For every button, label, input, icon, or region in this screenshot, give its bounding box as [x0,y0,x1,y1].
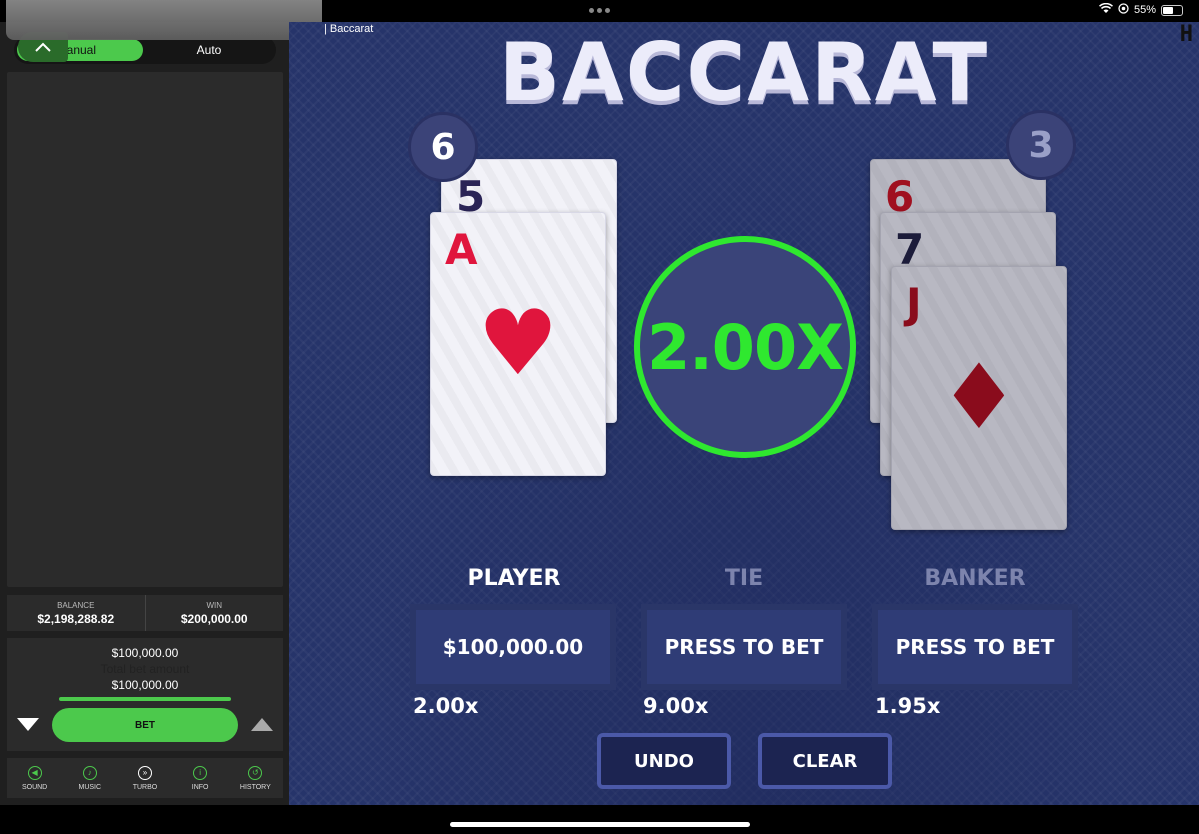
history-label: HISTORY [239,783,271,791]
bottom-toolbar: ◀ SOUND ♪ MUSIC » TURBO i INFO ↺ HISTORY [7,758,283,798]
win-value: $200,000.00 [180,611,248,626]
battery-percent: 55% [1133,4,1156,16]
player-bet-box[interactable]: $100,000.00 [410,604,616,690]
history-button[interactable]: ↺ HISTORY [230,765,280,791]
bet-progress-bar [59,697,231,701]
balance-label: BALANCE [57,600,95,610]
music-icon: ♪ [82,765,97,780]
turbo-icon: » [137,765,152,780]
info-label: INFO [191,783,209,791]
balance-win-stats: BALANCE $2,198,288.82 WIN $200,000.00 [7,595,283,631]
multiplier-value: 2.00X [647,310,844,384]
player-card-2: A ♥ [430,212,606,476]
sidebar: lanual Auto BALANCE $2,198,288.82 WIN $2… [0,22,289,805]
tie-bet-box[interactable]: PRESS TO BET [641,604,847,690]
clear-button[interactable]: CLEAR [758,733,892,789]
status-indicators: 55% [1098,2,1183,17]
bet-amount: $100,000.00 [111,646,179,660]
banker-odds: 1.95x [875,694,941,718]
player-bet-label: PLAYER [467,566,561,591]
mode-auto-tab[interactable]: Auto [146,39,272,61]
player-odds: 2.00x [413,694,479,718]
total-bet-label: Total bet amount [100,662,190,676]
bet-panel: $100,000.00 Total bet amount $100,000.00… [7,638,283,751]
blurred-overlay [6,0,322,40]
battery-icon [1161,4,1183,16]
bet-button[interactable]: BET [52,708,238,742]
turbo-label: TURBO [132,783,158,791]
multitask-dots-icon[interactable] [589,8,610,13]
balance-stat: BALANCE $2,198,288.82 [7,595,145,631]
tie-bet-label: TIE [724,566,764,591]
card-rank: A [445,225,478,274]
turbo-button[interactable]: » TURBO [120,765,170,791]
diamond-icon: ♦ [938,345,1020,450]
total-bet-value: $100,000.00 [111,678,179,692]
card-rank: J [906,279,922,328]
multiplier-ring: 2.00X [634,236,856,458]
wifi-icon [1098,2,1114,17]
chevron-up-icon [35,42,51,52]
music-button[interactable]: ♪ MUSIC [65,765,115,791]
sidebar-content-panel [7,72,283,587]
location-icon [1118,3,1129,17]
tie-odds: 9.00x [643,694,709,718]
increase-bet-icon[interactable] [251,718,273,731]
banker-bet-box[interactable]: PRESS TO BET [872,604,1078,690]
sound-label: SOUND [21,783,48,791]
game-table: | Baccarat H BACCARAT 5 A ♥ 6 7 J ♦ 6 3 … [289,22,1199,805]
win-stat: WIN $200,000.00 [144,595,284,631]
balance-value: $2,198,288.82 [37,611,115,626]
win-label: WIN [206,600,223,610]
info-button[interactable]: i INFO [175,765,225,791]
decrease-bet-icon[interactable] [17,718,39,731]
banker-bet-label: BANKER [924,566,1026,591]
banker-card-3: J ♦ [891,266,1067,530]
info-icon: i [193,765,208,780]
player-score-badge: 6 [408,112,478,182]
music-label: MUSIC [78,783,102,791]
banker-score-badge: 3 [1006,110,1076,180]
history-icon: ↺ [248,765,263,780]
undo-button[interactable]: UNDO [597,733,731,789]
home-indicator[interactable] [450,822,750,827]
sound-icon: ◀ [27,765,42,780]
heart-icon: ♥ [477,291,559,396]
battery-level [1163,6,1173,14]
sound-button[interactable]: ◀ SOUND [10,765,60,791]
game-title: BACCARAT [498,26,990,119]
